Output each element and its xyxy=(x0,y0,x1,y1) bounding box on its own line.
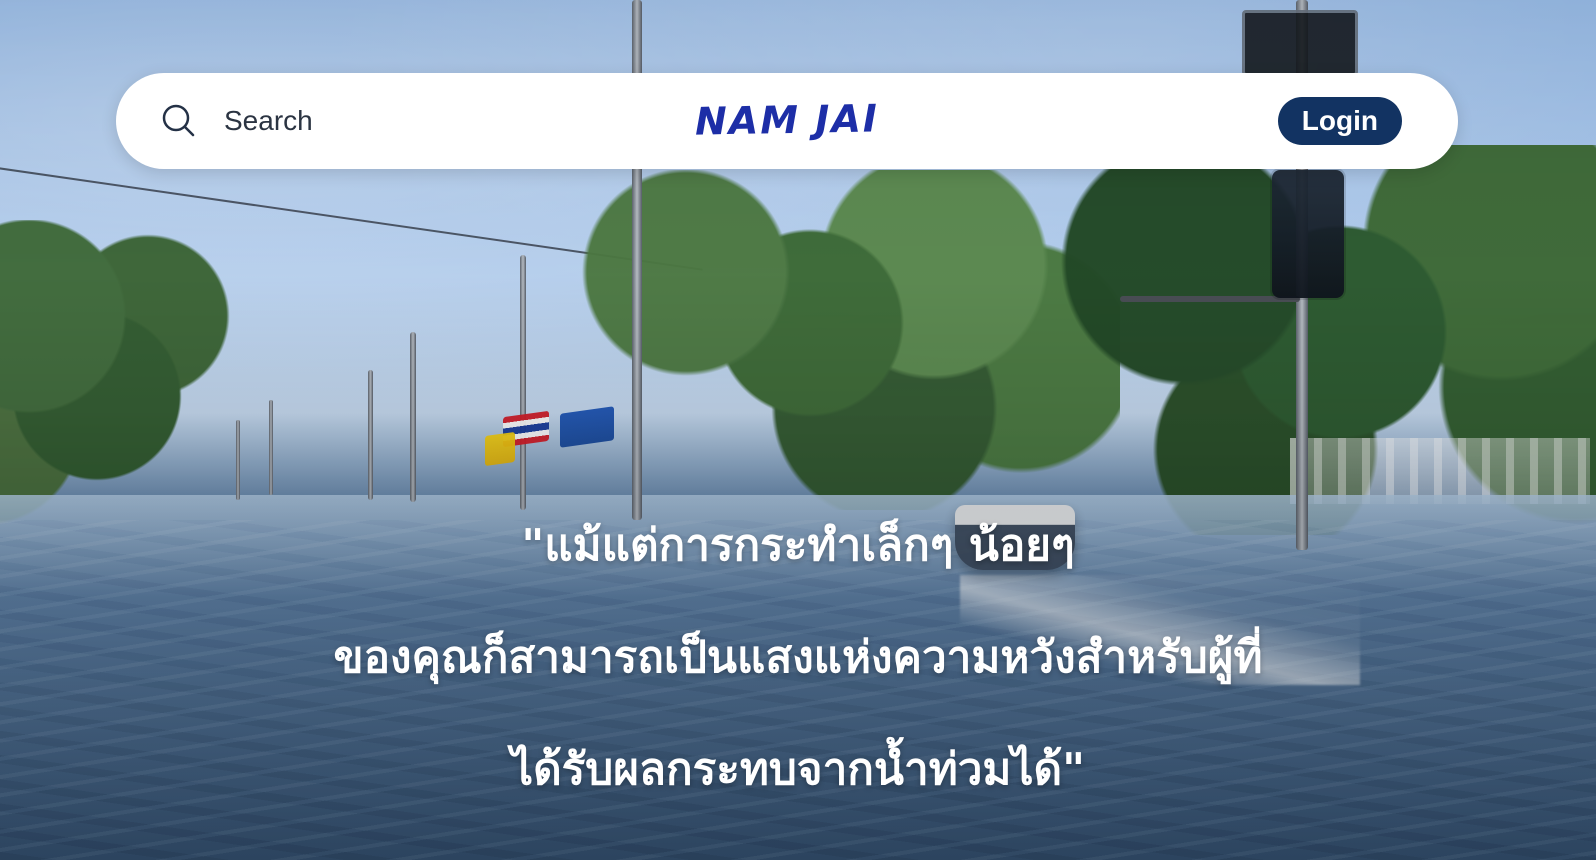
hero-section: NAM JAI Login "แม้แต่การกระทำเล็กๆ น้อยๆ… xyxy=(0,0,1596,860)
top-navbar: NAM JAI Login xyxy=(116,73,1458,169)
quote-line-3: ได้รับผลกระทบจากน้ำท่วมได้" xyxy=(510,744,1086,795)
search-bar xyxy=(158,91,538,151)
quote-line-1: "แม้แต่การกระทำเล็กๆ น้อยๆ xyxy=(521,520,1075,571)
hero-quote: "แม้แต่การกระทำเล็กๆ น้อยๆ ของคุณก็สามาร… xyxy=(140,462,1456,854)
search-input[interactable] xyxy=(224,105,484,137)
quote-line-2: ของคุณก็สามารถเป็นแสงแห่งความหวังสำหรับผ… xyxy=(333,632,1263,683)
login-button[interactable]: Login xyxy=(1277,97,1402,145)
search-icon[interactable] xyxy=(158,100,200,142)
site-logo: NAM JAI xyxy=(694,96,880,144)
